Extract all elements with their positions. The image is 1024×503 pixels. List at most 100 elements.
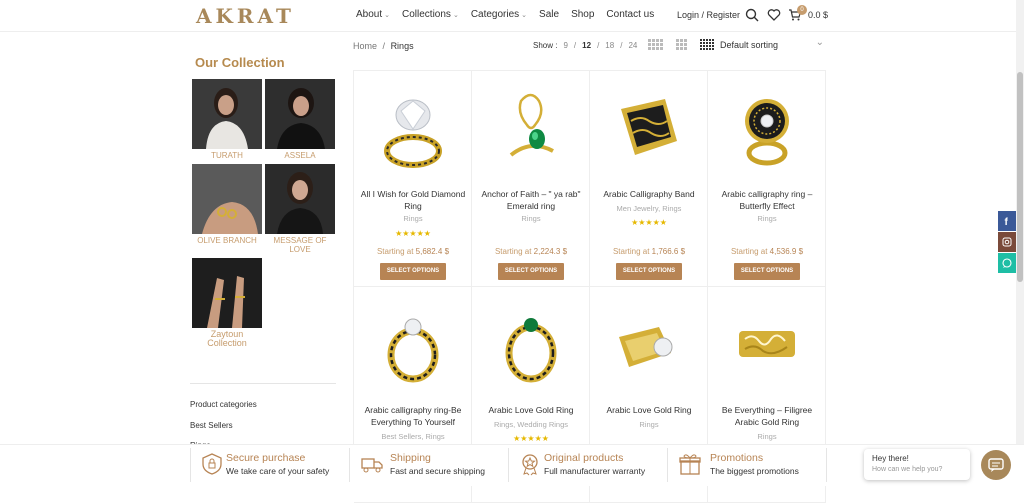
collection-label: ASSELA: [284, 151, 316, 160]
show-option-24[interactable]: 24: [628, 41, 637, 50]
feature-original-products: Original products Full manufacturer warr…: [514, 448, 664, 484]
breadcrumb: Home / Rings: [353, 41, 414, 51]
nav-collections[interactable]: Collections: [402, 9, 459, 20]
shield-lock-icon: [202, 453, 222, 475]
product-title[interactable]: Anchor of Faith – " ya rab" Emerald ring: [476, 188, 586, 212]
collection-turath[interactable]: TURATH: [192, 79, 262, 160]
nav-shop[interactable]: Shop: [571, 9, 594, 20]
product-image[interactable]: [491, 81, 571, 176]
product-title[interactable]: Arabic calligraphy ring – Butterfly Effe…: [712, 188, 822, 212]
collection-label: OLIVE BRANCH: [197, 236, 257, 245]
breadcrumb-home[interactable]: Home: [353, 41, 377, 51]
select-options-button[interactable]: SELECT OPTIONS: [734, 263, 800, 280]
select-options-button[interactable]: SELECT OPTIONS: [616, 263, 682, 280]
wishlist-heart-icon[interactable]: [767, 8, 781, 22]
product-image[interactable]: [373, 81, 453, 176]
cart-count-badge: 0: [797, 5, 807, 15]
product-title[interactable]: Arabic Calligraphy Band: [594, 188, 704, 200]
product-image[interactable]: [727, 297, 807, 392]
breadcrumb-separator: /: [382, 41, 386, 51]
sort-select[interactable]: Default sorting: [718, 36, 826, 54]
sidebar-link-best-sellers[interactable]: Best Sellers: [190, 421, 233, 430]
chat-greeting-bubble[interactable]: Hey there! How can we help you?: [864, 449, 970, 480]
grid-6-columns-icon[interactable]: [700, 39, 714, 53]
product-image[interactable]: [373, 297, 453, 392]
rating-stars: ★★★★★: [513, 434, 549, 443]
feature-title: Shipping: [390, 452, 431, 464]
product-category[interactable]: Rings: [708, 432, 826, 441]
instagram-icon: [1002, 237, 1012, 247]
select-options-button[interactable]: SELECT OPTIONS: [498, 263, 564, 280]
facebook-icon: f: [1005, 217, 1009, 228]
product-image[interactable]: [727, 81, 807, 176]
product-category[interactable]: Rings: [472, 214, 590, 223]
product-title[interactable]: Arabic calligraphy ring-Be Everything To…: [358, 404, 468, 428]
product-card[interactable]: Arabic calligraphy ring – Butterfly Effe…: [708, 71, 826, 287]
product-price: Starting at 4,536.9 $: [708, 247, 826, 256]
nav-about[interactable]: About: [356, 9, 390, 20]
feature-promotions: Promotions The biggest promotions: [674, 448, 824, 484]
product-image[interactable]: [609, 297, 689, 392]
feature-subtitle: Fast and secure shipping: [390, 466, 485, 476]
chat-launcher-button[interactable]: [981, 450, 1011, 480]
feature-subtitle: The biggest promotions: [710, 466, 799, 476]
collection-image: [265, 79, 335, 149]
chat-prompt: How can we help you?: [872, 466, 943, 473]
whatsapp-icon: [1002, 258, 1012, 268]
grid-3-columns-icon[interactable]: [676, 39, 688, 51]
search-icon[interactable]: [745, 8, 759, 22]
grid-4-columns-icon[interactable]: [648, 39, 664, 51]
show-label: Show :: [533, 41, 558, 50]
site-header: AKRAT About Collections Categories Sale …: [0, 0, 1024, 32]
product-price: Starting at 1,766.6 $: [590, 247, 708, 256]
whatsapp-share-button[interactable]: [998, 253, 1016, 273]
show-option-9[interactable]: 9: [563, 41, 567, 50]
feature-separator: [190, 448, 191, 482]
collection-zaytoun[interactable]: Zaytoun Collection: [192, 258, 262, 348]
product-category[interactable]: Rings, Wedding Rings: [472, 420, 590, 429]
product-title[interactable]: All I Wish for Gold Diamond Ring: [358, 188, 468, 212]
collection-image: [192, 79, 262, 149]
price-value: 2,224.3 $: [533, 247, 568, 256]
product-title[interactable]: Be Everything – Filigree Arabic Gold Rin…: [712, 404, 822, 428]
nav-sale[interactable]: Sale: [539, 9, 559, 20]
price-prefix: Starting at: [730, 247, 768, 256]
product-card[interactable]: All I Wish for Gold Diamond Ring Rings ★…: [354, 71, 472, 287]
show-option-12[interactable]: 12: [582, 41, 591, 50]
instagram-share-button[interactable]: [998, 232, 1016, 252]
product-image[interactable]: [491, 297, 571, 392]
scrollbar-thumb[interactable]: [1017, 72, 1023, 282]
product-category[interactable]: Best Sellers, Rings: [354, 432, 472, 441]
product-category[interactable]: Rings: [354, 214, 472, 223]
site-logo[interactable]: AKRAT: [196, 4, 295, 28]
login-register-link[interactable]: Login / Register: [677, 10, 740, 20]
select-options-button[interactable]: SELECT OPTIONS: [380, 263, 446, 280]
collection-olive-branch[interactable]: OLIVE BRANCH: [192, 164, 262, 245]
nav-contact[interactable]: Contact us: [606, 9, 654, 20]
product-title[interactable]: Arabic Love Gold Ring: [476, 404, 586, 416]
sidebar-link-product-categories[interactable]: Product categories: [190, 400, 257, 409]
show-option-18[interactable]: 18: [605, 41, 614, 50]
feature-subtitle: Full manufacturer warranty: [544, 466, 646, 476]
product-image[interactable]: [609, 81, 689, 176]
breadcrumb-current: Rings: [390, 41, 414, 51]
product-category[interactable]: Rings: [708, 214, 826, 223]
collection-image: [265, 164, 335, 234]
feature-shipping: Shipping Fast and secure shipping: [356, 448, 506, 484]
facebook-share-button[interactable]: f: [998, 211, 1016, 231]
feature-secure-purchase: Secure purchase We take care of your saf…: [196, 448, 346, 484]
cart-total[interactable]: 0.0 $: [808, 10, 828, 20]
chat-greeting: Hey there!: [872, 454, 909, 463]
feature-separator: [826, 448, 827, 482]
product-card[interactable]: Anchor of Faith – " ya rab" Emerald ring…: [472, 71, 590, 287]
product-category[interactable]: Men Jewelry, Rings: [590, 204, 708, 213]
feature-separator: [667, 448, 668, 482]
product-card[interactable]: Arabic Calligraphy Band Men Jewelry, Rin…: [590, 71, 708, 287]
product-title[interactable]: Arabic Love Gold Ring: [594, 404, 704, 416]
product-category[interactable]: Rings: [590, 420, 708, 429]
nav-categories[interactable]: Categories: [471, 9, 527, 20]
grid-view-switcher: [648, 39, 714, 53]
collection-assela[interactable]: ASSELA: [265, 79, 335, 160]
product-price: Starting at 2,224.3 $: [472, 247, 590, 256]
collection-message-of-love[interactable]: MESSAGE OF LOVE: [265, 164, 335, 254]
